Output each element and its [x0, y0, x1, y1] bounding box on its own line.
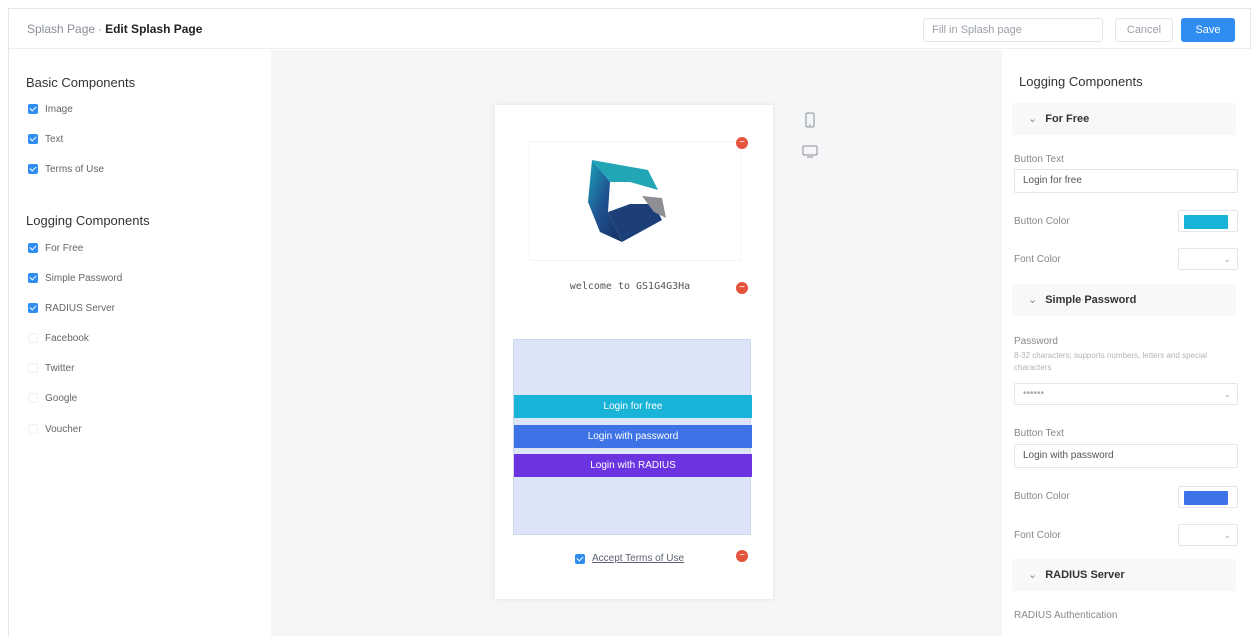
component-label: RADIUS Server — [45, 302, 116, 314]
section-label: Simple Password — [1045, 294, 1137, 306]
password-button-text-input[interactable]: Login with password — [1014, 444, 1238, 468]
radius-auth-label: RADIUS Authentication — [1014, 610, 1118, 621]
radius-section-header[interactable]: ⌄ RADIUS Server — [1012, 559, 1236, 591]
mobile-icon[interactable] — [805, 112, 815, 128]
cancel-button[interactable]: Cancel — [1115, 18, 1173, 42]
checkbox-checked-icon[interactable] — [28, 104, 38, 114]
component-item-radius[interactable]: RADIUS Server — [28, 300, 115, 316]
simple-password-section-header[interactable]: ⌄ Simple Password — [1012, 284, 1236, 316]
component-label: For Free — [45, 242, 84, 254]
component-item-terms[interactable]: Terms of Use — [28, 161, 104, 177]
component-label: Text — [45, 133, 64, 145]
basic-components-title: Basic Components — [26, 75, 136, 90]
password-button-color-picker[interactable] — [1178, 486, 1238, 508]
for-free-section-header[interactable]: ⌄ For Free — [1012, 103, 1236, 135]
component-item-image[interactable]: Image — [28, 101, 73, 117]
delete-image-icon[interactable]: − — [736, 137, 748, 149]
component-label: Image — [45, 103, 73, 115]
component-item-twitter[interactable]: Twitter — [28, 360, 74, 376]
breadcrumb-parent[interactable]: Splash Page — [27, 22, 95, 36]
image-component[interactable] — [529, 141, 741, 261]
chevron-down-icon: ⌄ — [1028, 113, 1038, 125]
section-label: RADIUS Server — [1045, 569, 1125, 581]
login-password-button[interactable]: Login with password — [514, 425, 752, 448]
for-free-button-text-input[interactable]: Login for free — [1014, 169, 1238, 193]
color-swatch — [1184, 215, 1228, 229]
properties-panel: Logging Components ⌄ For Free Button Text… — [1002, 50, 1252, 636]
password-font-color-picker[interactable]: ⌄ — [1178, 524, 1238, 546]
page-header: Splash Page · Edit Splash Page Fill in Spl… — [9, 9, 1250, 49]
for-free-button-color-label: Button Color — [1014, 216, 1070, 227]
components-sidebar: Basic Components Image Text Terms of Use… — [9, 50, 271, 636]
app-window: Splash Page · Edit Splash Page Fill in Spl… — [8, 8, 1252, 636]
login-radius-button[interactable]: Login with RADIUS — [514, 454, 752, 477]
chevron-down-icon: ⌄ — [1223, 530, 1231, 540]
password-font-color-label: Font Color — [1014, 530, 1061, 541]
desktop-icon[interactable] — [802, 145, 818, 159]
checkbox-unchecked-icon[interactable] — [28, 424, 38, 434]
checkbox-unchecked-icon[interactable] — [28, 363, 38, 373]
chevron-down-icon: ⌄ — [1028, 569, 1038, 581]
password-hint: 8-32 characters; supports numbers, lette… — [1014, 351, 1207, 372]
save-button[interactable]: Save — [1181, 18, 1235, 42]
component-label: Google — [45, 392, 78, 404]
component-label: Facebook — [45, 332, 89, 344]
delete-text-icon[interactable]: − — [736, 282, 748, 294]
checkbox-checked-icon[interactable] — [28, 134, 38, 144]
login-buttons-area: Login for free Login with password Login… — [513, 339, 752, 535]
password-input[interactable]: •••••• ⌄ — [1014, 383, 1238, 405]
splash-name-input[interactable]: Fill in Splash page — [923, 18, 1103, 42]
checkbox-unchecked-icon[interactable] — [28, 393, 38, 403]
component-item-for-free[interactable]: For Free — [28, 240, 83, 256]
checkbox-checked-icon[interactable] — [28, 273, 38, 283]
breadcrumb: Splash Page · Edit Splash Page — [27, 22, 202, 36]
logging-components-title: Logging Components — [26, 213, 150, 228]
for-free-font-color-label: Font Color — [1014, 254, 1061, 265]
component-item-text[interactable]: Text — [28, 131, 63, 147]
terms-of-use[interactable]: Accept Terms of Use — [575, 553, 684, 564]
chevron-down-icon: ⌄ — [1028, 294, 1038, 306]
terms-link[interactable]: Accept Terms of Use — [592, 553, 684, 564]
password-value: •••••• — [1023, 388, 1045, 399]
breadcrumb-separator: · — [98, 22, 103, 36]
chevron-down-icon: ⌄ — [1223, 389, 1231, 399]
delete-terms-icon[interactable]: − — [736, 550, 748, 562]
checkbox-checked-icon[interactable] — [28, 164, 38, 174]
component-item-voucher[interactable]: Voucher — [28, 421, 82, 437]
welcome-text[interactable]: welcome to GS1G4G3Ha — [525, 269, 735, 305]
component-label: Twitter — [45, 362, 75, 374]
for-free-button-text-label: Button Text — [1014, 154, 1064, 165]
component-item-google[interactable]: Google — [28, 390, 77, 406]
password-label: Password — [1014, 336, 1058, 347]
checkbox-checked-icon[interactable] — [28, 303, 38, 313]
component-label: Simple Password — [45, 272, 123, 284]
login-free-button[interactable]: Login for free — [514, 395, 752, 418]
phone-preview: − welcome to GS1G4G3Ha − Login for free … — [495, 105, 773, 599]
color-swatch — [1184, 491, 1228, 505]
component-item-facebook[interactable]: Facebook — [28, 330, 89, 346]
password-button-color-label: Button Color — [1014, 491, 1070, 502]
for-free-font-color-picker[interactable]: ⌄ — [1178, 248, 1238, 270]
component-label: Terms of Use — [45, 163, 104, 175]
checkbox-checked-icon[interactable] — [575, 553, 585, 564]
component-item-simple-password[interactable]: Simple Password — [28, 270, 122, 286]
chevron-down-icon: ⌄ — [1223, 254, 1231, 264]
checkbox-unchecked-icon[interactable] — [28, 333, 38, 343]
checkbox-checked-icon[interactable] — [28, 243, 38, 253]
grandstream-logo — [588, 160, 666, 242]
page-title: Edit Splash Page — [105, 22, 203, 36]
preview-canvas: − welcome to GS1G4G3Ha − Login for free … — [271, 50, 1002, 636]
properties-title: Logging Components — [1019, 74, 1143, 89]
for-free-button-color-picker[interactable] — [1178, 210, 1238, 232]
component-label: Voucher — [45, 423, 82, 435]
password-button-text-label: Button Text — [1014, 428, 1064, 439]
section-label: For Free — [1045, 113, 1090, 125]
